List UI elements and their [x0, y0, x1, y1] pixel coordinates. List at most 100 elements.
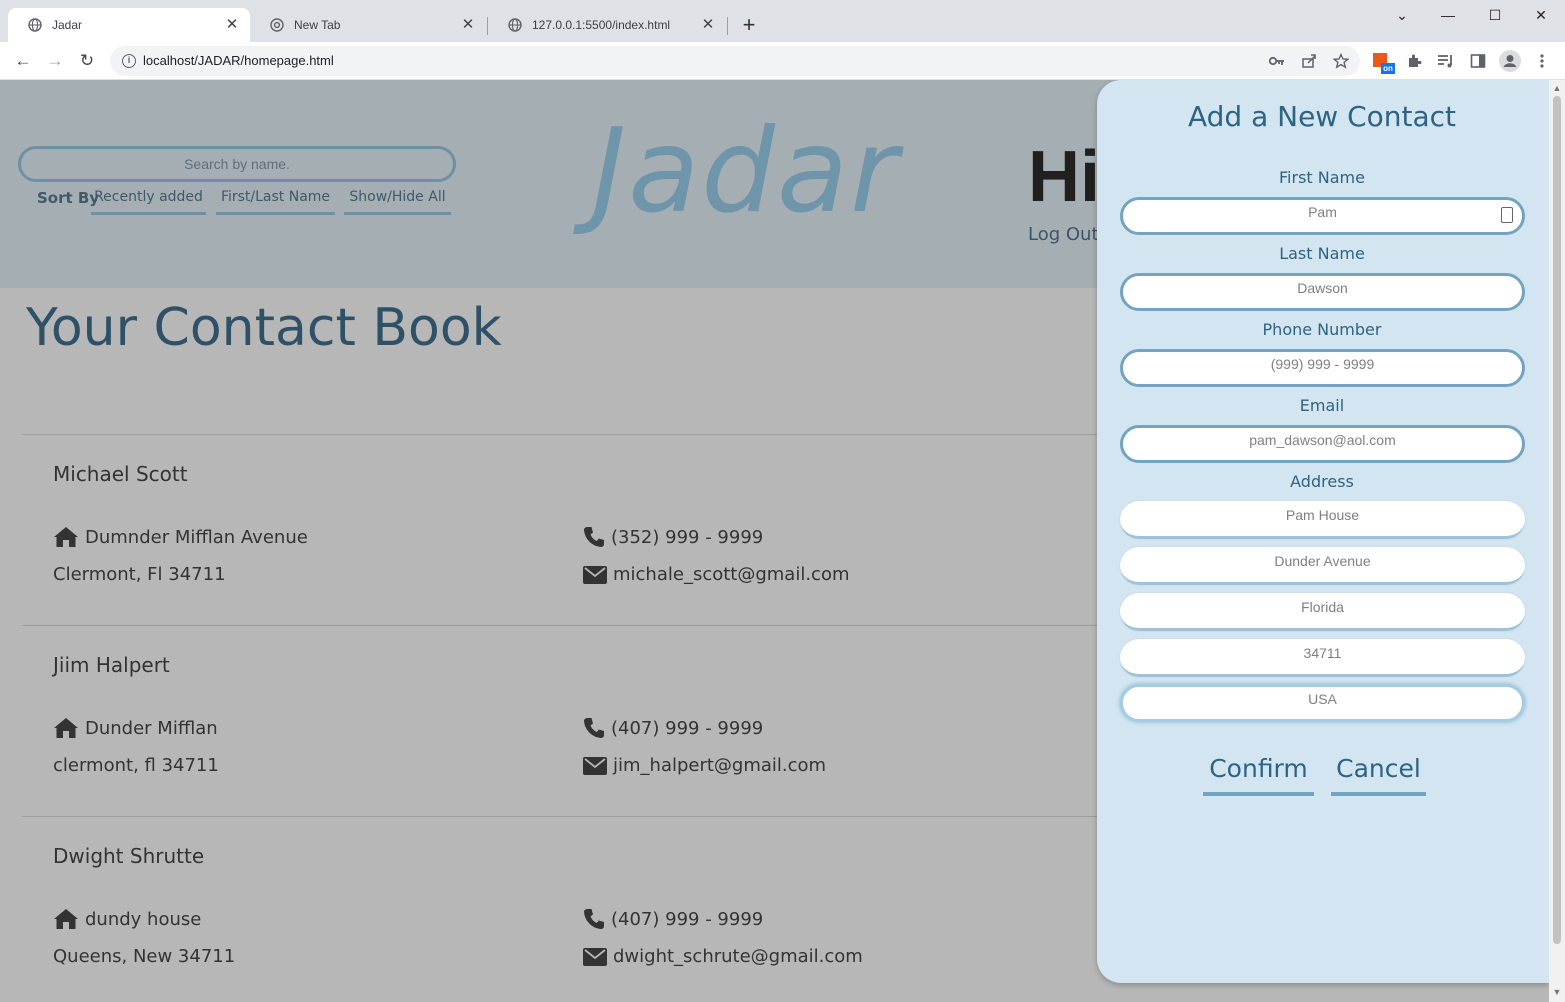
menu-icon[interactable]	[1538, 53, 1546, 69]
show-hide-all-button[interactable]: Show/Hide All	[344, 185, 451, 215]
contact-street: dundy house	[85, 908, 202, 930]
tab-search-chevron-icon[interactable]: ⌄	[1382, 4, 1422, 26]
cancel-button[interactable]: Cancel	[1331, 752, 1426, 796]
contact-name: Dwight Shrutte	[53, 844, 205, 868]
tab-new-tab[interactable]: New Tab ✕	[250, 8, 486, 42]
contact-city: clermont, fl 34711	[53, 755, 219, 776]
confirm-button[interactable]: Confirm	[1203, 752, 1314, 796]
phone-icon	[584, 527, 604, 547]
profile-icon[interactable]	[1499, 50, 1521, 72]
state-field[interactable]	[1120, 593, 1525, 631]
home-icon	[54, 527, 78, 547]
page-scrollbar[interactable]: ▲ ▼	[1549, 80, 1565, 1002]
extension-badge: on	[1381, 63, 1395, 74]
tab-strip: Jadar ✕ New Tab ✕ 127.0.0.1:5500/index.h…	[0, 0, 1565, 42]
tab-title: 127.0.0.1:5500/index.html	[532, 18, 671, 32]
phone-icon	[584, 909, 604, 929]
envelope-icon	[583, 756, 607, 775]
phone-icon	[584, 718, 604, 738]
last-name-label: Last Name	[1279, 244, 1365, 263]
back-button[interactable]: ←	[13, 51, 33, 71]
contact-card[interactable]: Michael Scott Dumnder Mifflan Avenue Cle…	[22, 434, 1222, 625]
zip-field[interactable]	[1120, 639, 1525, 677]
contact-email: dwight_schrute@gmail.com	[613, 946, 863, 967]
contact-phone-line: (407) 999 - 9999	[583, 717, 763, 739]
scroll-thumb[interactable]	[1553, 96, 1561, 944]
contact-street-line: Dumnder Mifflan Avenue	[53, 526, 308, 548]
phone-number-field[interactable]	[1120, 349, 1525, 387]
panel-title: Add a New Contact	[1187, 100, 1457, 133]
side-panel-icon[interactable]	[1470, 53, 1486, 69]
greeting-text: Hi	[1028, 137, 1100, 217]
envelope-icon	[583, 565, 607, 584]
contact-phone-line: (352) 999 - 9999	[583, 526, 763, 548]
key-icon[interactable]	[1269, 55, 1285, 67]
contact-email-line: michale_scott@gmail.com	[583, 564, 850, 585]
tab-close-icon[interactable]: ✕	[224, 17, 240, 33]
media-icon[interactable]	[1437, 53, 1454, 69]
new-tab-button[interactable]: +	[738, 14, 760, 37]
extension-on-icon[interactable]: on	[1373, 53, 1395, 75]
sort-recently-added-button[interactable]: Recently added	[91, 185, 206, 215]
contact-city: Queens, New 34711	[53, 946, 236, 967]
contact-street: Dumnder Mifflan Avenue	[85, 526, 308, 548]
puzzle-icon[interactable]	[1406, 53, 1422, 69]
city-field[interactable]	[1120, 547, 1525, 585]
address-bar[interactable]: i localhost/JADAR/homepage.html	[110, 46, 1360, 76]
close-window-button[interactable]: ✕	[1521, 4, 1561, 26]
minimize-button[interactable]: —	[1428, 4, 1468, 26]
page-viewport: Sort By Recently added First/Last Name S…	[0, 80, 1565, 1002]
contact-city: Clermont, Fl 34711	[53, 564, 226, 585]
address-label: Address	[1290, 472, 1354, 491]
autofill-contact-icon[interactable]	[1501, 207, 1513, 223]
url-text[interactable]: localhost/JADAR/homepage.html	[143, 53, 334, 68]
search-input[interactable]	[18, 146, 456, 182]
contact-card[interactable]: Jiim Halpert Dunder Mifflan clermont, fl…	[22, 625, 1222, 816]
contact-phone: (352) 999 - 9999	[611, 526, 764, 548]
contact-email: jim_halpert@gmail.com	[613, 755, 827, 776]
jadar-logo: Jadar	[592, 104, 900, 239]
last-name-field[interactable]	[1120, 273, 1525, 311]
email-label: Email	[1299, 396, 1345, 415]
sort-by-label: Sort By	[37, 189, 100, 207]
street-field[interactable]	[1120, 501, 1525, 539]
tab-local-server[interactable]: 127.0.0.1:5500/index.html ✕	[488, 8, 726, 42]
page-title: Your Contact Book	[26, 298, 502, 358]
logout-link[interactable]: Log Out	[1028, 224, 1099, 245]
contact-phone: (407) 999 - 9999	[611, 717, 764, 739]
home-icon	[54, 909, 78, 929]
home-icon	[54, 718, 78, 738]
share-icon[interactable]	[1301, 53, 1317, 69]
tab-separator	[727, 17, 728, 35]
first-name-label: First Name	[1279, 168, 1365, 187]
contact-phone: (407) 999 - 9999	[611, 908, 764, 930]
first-name-field[interactable]	[1120, 197, 1525, 235]
contact-email-line: dwight_schrute@gmail.com	[583, 946, 863, 967]
country-field[interactable]	[1120, 684, 1525, 722]
email-field[interactable]	[1120, 425, 1525, 463]
envelope-icon	[583, 947, 607, 966]
globe-icon	[508, 18, 522, 32]
tab-title: New Tab	[294, 18, 341, 32]
add-contact-panel: Add a New Contact First Name Last Name P…	[1097, 80, 1549, 983]
scroll-up-icon[interactable]: ▲	[1552, 83, 1562, 93]
reload-button[interactable]: ↻	[77, 51, 97, 71]
maximize-button[interactable]: ☐	[1475, 4, 1515, 26]
contact-phone-line: (407) 999 - 9999	[583, 908, 763, 930]
browser-toolbar: ← → ↻ i localhost/JADAR/homepage.html on	[0, 42, 1565, 80]
tab-jadar[interactable]: Jadar ✕	[8, 8, 250, 42]
tab-close-icon[interactable]: ✕	[460, 17, 476, 33]
contact-card[interactable]: Dwight Shrutte dundy house Queens, New 3…	[22, 816, 1222, 1002]
scroll-down-icon[interactable]: ▼	[1552, 987, 1562, 997]
site-info-icon[interactable]: i	[122, 54, 136, 68]
contact-email: michale_scott@gmail.com	[613, 564, 850, 585]
contact-name: Jiim Halpert	[53, 653, 170, 677]
phone-number-label: Phone Number	[1262, 320, 1382, 339]
star-icon[interactable]	[1333, 53, 1349, 69]
sort-name-button[interactable]: First/Last Name	[216, 185, 335, 215]
contact-email-line: jim_halpert@gmail.com	[583, 755, 826, 776]
globe-icon	[28, 18, 42, 32]
forward-button[interactable]: →	[45, 51, 65, 71]
contact-street: Dunder Mifflan	[85, 717, 218, 739]
tab-close-icon[interactable]: ✕	[700, 17, 716, 33]
